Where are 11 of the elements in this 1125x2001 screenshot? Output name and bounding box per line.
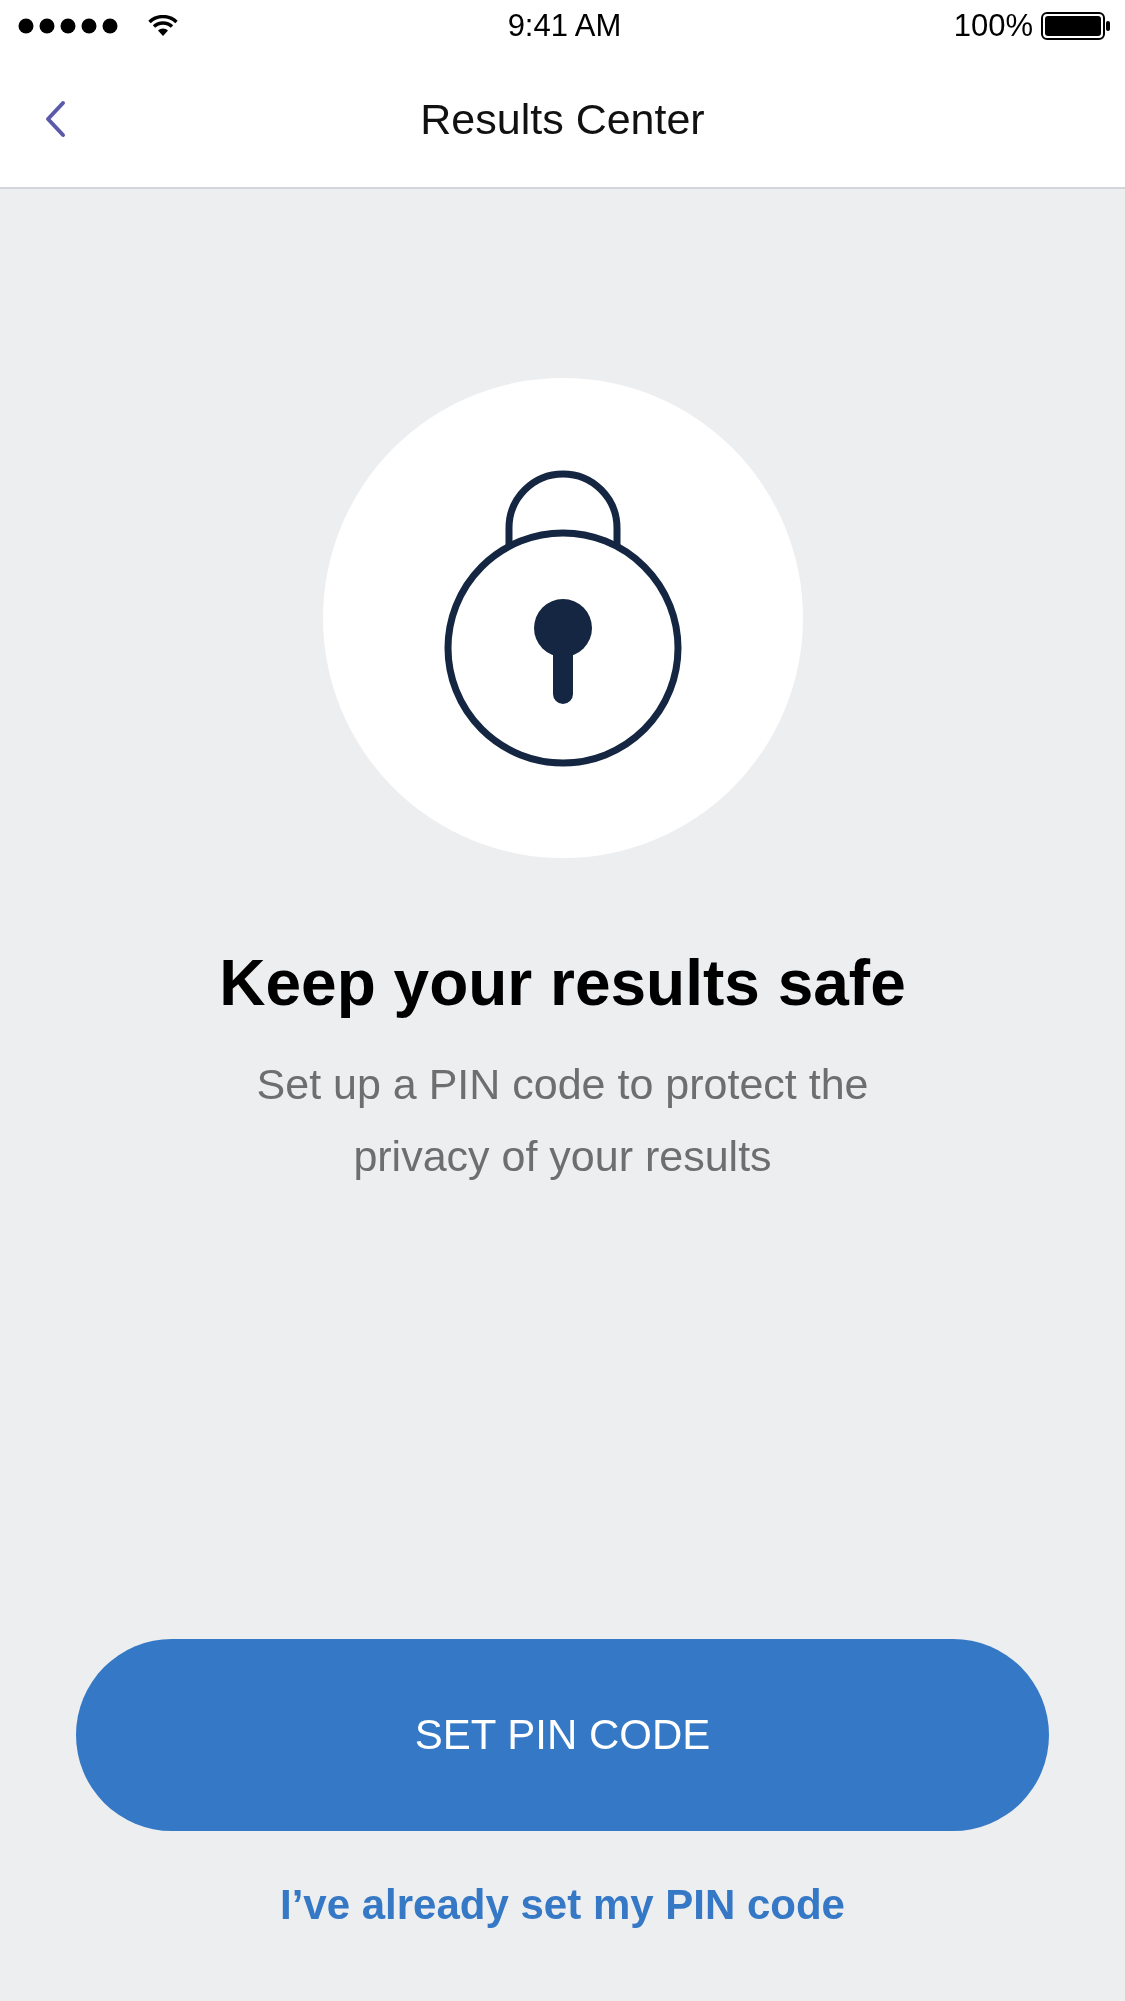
battery-icon	[1041, 11, 1111, 40]
battery-percentage: 100%	[953, 7, 1033, 44]
signal-icon	[18, 17, 118, 34]
heading: Keep your results safe	[219, 946, 906, 1020]
nav-title: Results Center	[420, 94, 705, 144]
back-chevron-icon	[44, 100, 66, 138]
already-set-link[interactable]: I’ve already set my PIN code	[280, 1881, 845, 1929]
wifi-icon	[148, 14, 178, 37]
status-time: 9:41 AM	[507, 7, 622, 44]
set-pin-button[interactable]: SET PIN CODE	[76, 1639, 1049, 1831]
description: Set up a PIN code to protect the privacy of your results	[255, 1059, 870, 1182]
